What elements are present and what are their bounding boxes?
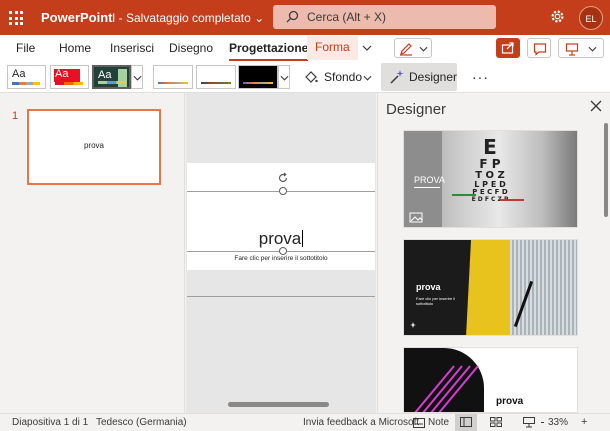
slide-title-textbox[interactable]: prova	[187, 229, 375, 249]
avatar[interactable]: EL	[579, 6, 603, 30]
design-idea-1[interactable]: PROVA E F P T O Z L P E D P E C F D E D …	[403, 130, 578, 228]
theme-office[interactable]: Aa	[7, 65, 46, 89]
gear-icon[interactable]	[550, 9, 565, 24]
share-icon	[501, 42, 514, 54]
rotate-handle-icon[interactable]	[277, 172, 289, 184]
notes-button[interactable]: Note	[428, 417, 449, 428]
theme-dark-green[interactable]: Aa	[92, 65, 131, 89]
app-name[interactable]: PowerPoint	[41, 10, 113, 25]
horizontal-scrollbar[interactable]	[228, 402, 329, 407]
zoom-out-button[interactable]	[541, 422, 544, 423]
slide-editor: prova Fare clic per inserire il sottotit…	[186, 93, 376, 413]
design-ribbon: Aa Aa Aa Sfondo Designer ···	[0, 61, 610, 93]
tab-disegno[interactable]: Disegno	[169, 41, 213, 55]
search-icon	[286, 10, 299, 23]
slide-number: 1	[12, 110, 19, 122]
subtitle-placeholder[interactable]: Fare clic per inserire il sottotitolo	[187, 255, 375, 262]
chevron-down-icon	[280, 75, 289, 81]
status-bar: Diapositiva 1 di 1 Tedesco (Germania) In…	[0, 413, 610, 431]
search-box[interactable]: Cerca (Alt + X)	[273, 5, 496, 29]
variant-1[interactable]	[153, 65, 193, 89]
guide-line	[187, 296, 375, 297]
normal-view-button[interactable]	[455, 414, 477, 431]
chevron-down-icon[interactable]	[362, 45, 372, 51]
tab-inserisci[interactable]: Inserisci	[110, 41, 154, 55]
slide-thumbnails-pane: 1 prova	[0, 93, 185, 413]
variants-more-button[interactable]	[278, 65, 290, 89]
slide-thumbnail[interactable]: prova	[27, 109, 161, 185]
present-icon	[565, 43, 579, 56]
neon-lines-graphic	[414, 365, 479, 412]
chevron-down-icon	[588, 46, 597, 52]
document-status[interactable]: I - Salvataggio completato ⌄	[112, 11, 264, 25]
variant-2[interactable]	[196, 65, 236, 89]
pen-button[interactable]	[394, 38, 432, 58]
sparkle-icon	[410, 322, 416, 328]
chevron-down-icon	[363, 75, 372, 81]
slide-sorter-icon[interactable]	[490, 417, 502, 427]
resize-handle-top[interactable]	[279, 187, 287, 195]
feedback-link[interactable]: Invia feedback a Microsoft	[303, 417, 419, 428]
language-indicator[interactable]: Tedesco (Germania)	[96, 417, 187, 428]
variant-3[interactable]	[238, 65, 278, 89]
zoom-in-button[interactable]: +	[581, 417, 587, 428]
tab-home[interactable]: Home	[59, 41, 91, 55]
tab-file[interactable]: File	[16, 41, 35, 55]
slide-canvas[interactable]: prova Fare clic per inserire il sottotit…	[187, 163, 375, 297]
pen-icon	[400, 43, 412, 56]
designer-pane: Designer PROVA E F P T O Z L P E D P E C…	[377, 93, 610, 413]
designer-button[interactable]: Designer	[381, 63, 457, 91]
share-button[interactable]	[496, 38, 520, 58]
thumbnail-title: prova	[83, 141, 104, 150]
ribbon-tabs: File Home Inserisci Disegno Progettazion…	[0, 35, 610, 61]
designer-icon	[390, 70, 404, 84]
chevron-down-icon	[419, 46, 428, 52]
image-icon	[409, 212, 423, 223]
normal-view-icon	[460, 417, 472, 427]
tab-forma[interactable]: Forma	[307, 36, 358, 60]
zoom-level[interactable]: 33%	[548, 417, 568, 428]
paint-bucket-icon	[305, 71, 318, 83]
present-button[interactable]	[558, 38, 604, 58]
close-icon[interactable]	[590, 100, 602, 112]
vertical-scrollbar[interactable]	[604, 123, 608, 217]
design-idea-3[interactable]: prova	[403, 347, 578, 413]
notes-icon[interactable]	[413, 418, 425, 428]
themes-more-button[interactable]	[131, 65, 143, 89]
design-idea-2[interactable]: prova Fare clic per inserire il sottotit…	[403, 239, 578, 336]
slide-count: Diapositiva 1 di 1	[12, 417, 89, 428]
reading-view-icon[interactable]	[523, 417, 535, 428]
app-launcher-icon[interactable]	[9, 11, 23, 25]
search-placeholder: Cerca (Alt + X)	[307, 10, 387, 24]
designer-title: Designer	[386, 101, 447, 118]
comments-button[interactable]	[527, 38, 551, 58]
tab-progettazione[interactable]: Progettazione	[229, 41, 309, 61]
more-options-button[interactable]: ···	[472, 69, 489, 85]
chevron-down-icon	[133, 75, 142, 81]
comment-icon	[533, 43, 547, 56]
theme-red[interactable]: Aa	[50, 65, 89, 89]
title-bar: PowerPoint I - Salvataggio completato ⌄ …	[0, 0, 610, 35]
